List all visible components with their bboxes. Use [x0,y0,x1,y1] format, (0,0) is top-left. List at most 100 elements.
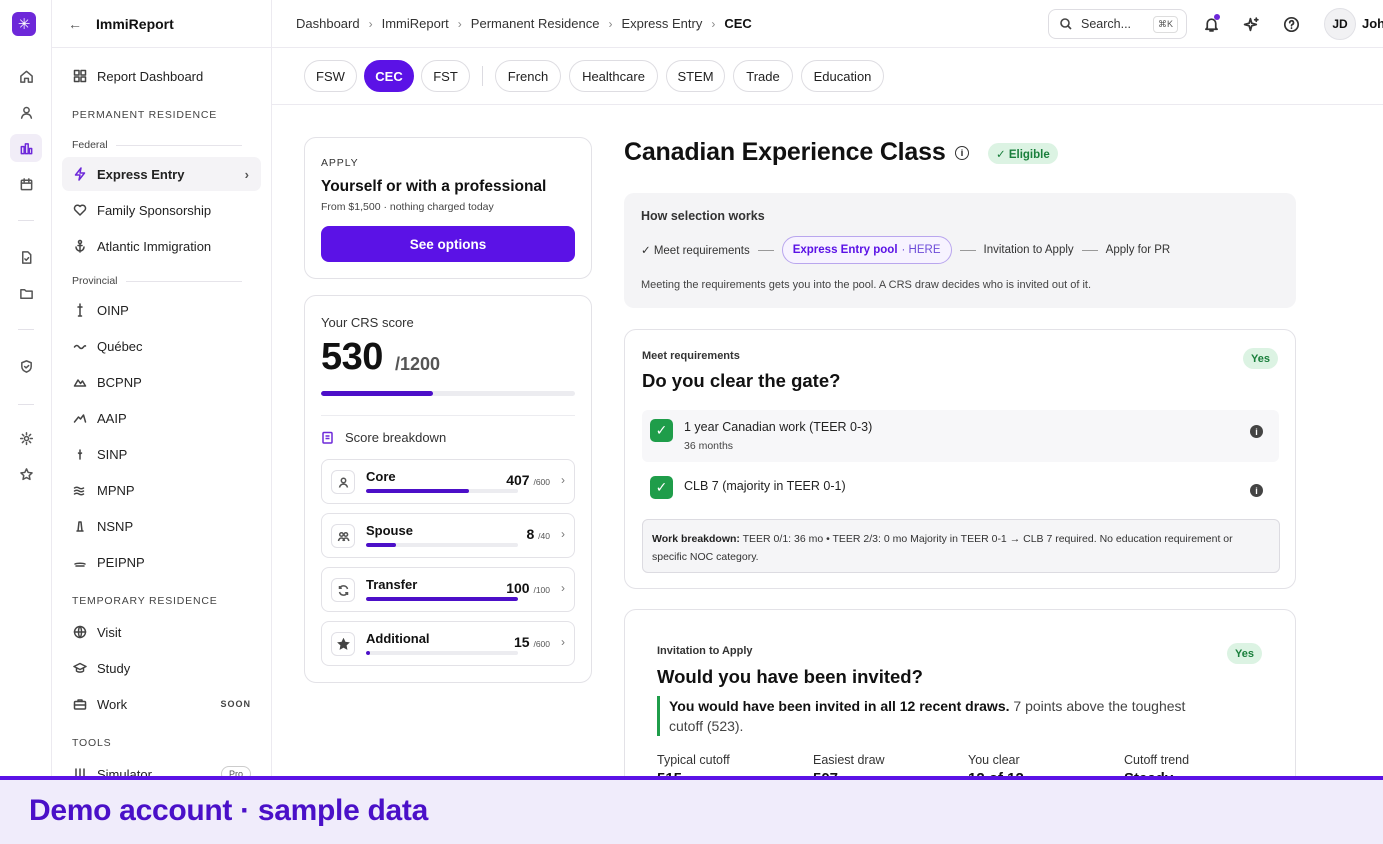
requirements-title: Do you clear the gate? [642,370,841,391]
sidebar-item-label: Report Dashboard [97,68,204,84]
work-breakdown-text: TEER 0/1: 36 mo • TEER 2/3: 0 mo Majorit… [652,533,1233,563]
folder-icon[interactable] [10,279,42,307]
stat-label: You clear [968,753,1020,767]
avatar[interactable]: JD [1324,8,1356,40]
breadcrumb-separator-icon: › [457,16,462,31]
shield-icon[interactable] [10,352,42,380]
breakdown-row-transfer[interactable]: Transfer 100 /100 › [321,567,575,612]
sidebar-item-visit[interactable]: Visit [62,615,261,649]
apply-title: Yourself or with a professional [321,178,547,195]
stat-label: Cutoff trend [1124,753,1190,767]
breadcrumb-dashboard[interactable]: Dashboard [296,16,360,31]
crs-progress-fill [321,391,434,396]
sidebar-item-simulator[interactable]: Simulator Pro [62,757,261,778]
tab-trade[interactable]: Trade [733,60,793,92]
breadcrumb-immireport[interactable]: ImmiReport [382,16,449,31]
demo-banner-text: Demo account · sample data [29,794,428,827]
people-icon [331,524,355,548]
sidebar-item-quebec[interactable]: Québec [62,329,261,363]
status-badge: ✓ Eligible [988,143,1058,164]
bell-icon[interactable] [1200,13,1222,35]
sidebar-item-family-sponsorship[interactable]: Family Sponsorship [62,193,261,227]
sparkle-icon[interactable] [1240,13,1262,35]
breakdown-value: 407 /600 [506,472,550,488]
tab-fsw[interactable]: FSW [304,60,357,92]
briefcase-icon [72,696,88,712]
see-options-button[interactable]: See options [321,226,575,262]
home-icon[interactable] [10,62,42,90]
sidebar-item-express-entry[interactable]: Express Entry › [62,157,261,191]
star-icon[interactable] [10,460,42,488]
info-icon[interactable]: i [1250,425,1263,438]
breakdown-name: Transfer [366,577,418,592]
chevron-right-icon: › [561,581,565,595]
back-arrow-icon[interactable]: ← [68,16,84,32]
lighthouse-icon [72,518,88,534]
help-icon[interactable] [1280,13,1302,35]
breakdown-row-spouse[interactable]: Spouse 8 /40 › [321,513,575,558]
breadcrumb-permanent-residence[interactable]: Permanent Residence [471,16,600,31]
search-input[interactable]: Search... ⌘K [1048,9,1187,39]
sidebar-item-bcpnp[interactable]: BCPNP [62,365,261,399]
sidebar-item-aaip[interactable]: AAIP [62,401,261,435]
status-badge: Yes [1243,348,1278,369]
waves-icon [72,482,88,498]
wheat-icon [72,446,88,462]
chevron-right-icon: › [561,635,565,649]
user-icon[interactable] [10,98,42,126]
criteria-item: ✓ 1 year Canadian work (TEER 0-3) 36 mon… [642,410,1279,462]
sidebar-item-atlantic-immigration[interactable]: Atlantic Immigration [62,229,261,263]
sidebar-item-label: Work [97,696,128,712]
breakdown-bar-fill [366,489,470,493]
breakdown-row-core[interactable]: Core 407 /600 › [321,459,575,504]
tab-healthcare[interactable]: Healthcare [569,60,658,92]
tab-stem[interactable]: STEM [666,60,725,92]
breakdown-row-additional[interactable]: Additional 15 /600 › [321,621,575,666]
search-icon [1060,18,1072,30]
document-check-icon[interactable] [10,243,42,271]
breakdown-bar [366,489,518,493]
how-description: Meeting the requirements gets you into t… [641,279,1092,291]
breadcrumb: Dashboard › ImmiReport › Permanent Residen… [296,16,752,31]
section-permanent-residence: PERMANENT RESIDENCE [72,109,218,121]
how-selection-works: How selection works ✓ Meet requirements … [624,193,1296,308]
tab-cec[interactable]: CEC [364,60,414,92]
tab-education[interactable]: Education [801,60,884,92]
chart-icon[interactable] [10,134,42,162]
info-icon[interactable]: i [955,146,969,160]
breadcrumb-separator-icon: › [368,16,373,31]
ita-summary: You would have been invited in all 12 re… [657,696,1217,736]
crs-max: /1200 [395,354,441,374]
sidebar-item-work[interactable]: Work SOON [62,687,261,721]
user-name[interactable]: John [1362,16,1383,31]
info-icon[interactable]: i [1250,484,1263,497]
sidebar-item-label: Atlantic Immigration [97,238,212,254]
tab-fst[interactable]: FST [421,60,470,92]
criteria-item: ✓ CLB 7 (majority in TEER 0-1) i [642,466,1279,510]
search-placeholder: Search... [1081,17,1132,31]
sidebar-item-nsnp[interactable]: NSNP [62,509,261,543]
sidebar-item-oinp[interactable]: OINP [62,293,261,327]
app-logo-icon[interactable]: ✳ [12,12,36,36]
sidebar-item-study[interactable]: Study [62,651,261,685]
score-breakdown-title: Score breakdown [321,430,446,445]
checkbox-checked-icon: ✓ [650,419,673,442]
score-breakdown-label: Score breakdown [345,430,447,445]
tab-french[interactable]: French [495,60,561,92]
crs-label: Your CRS score [321,315,414,330]
section-tools: TOOLS [72,737,112,749]
sidebar-item-sinp[interactable]: SINP [62,437,261,471]
gear-icon[interactable] [10,424,42,452]
subsection-federal: Federal [72,139,242,151]
heart-icon [72,202,88,218]
sidebar-item-report-dashboard[interactable]: Report Dashboard [62,59,261,93]
sidebar-item-peipnp[interactable]: PEIPNP [62,545,261,579]
apply-label: APPLY [321,157,359,169]
peak-icon [72,410,88,426]
breadcrumb-express-entry[interactable]: Express Entry [621,16,702,31]
wave-icon [72,338,88,354]
step-invitation: Invitation to Apply [983,244,1074,256]
sidebar-item-label: BCPNP [97,374,142,390]
calendar-icon[interactable] [10,170,42,198]
sidebar-item-mpnp[interactable]: MPNP [62,473,261,507]
